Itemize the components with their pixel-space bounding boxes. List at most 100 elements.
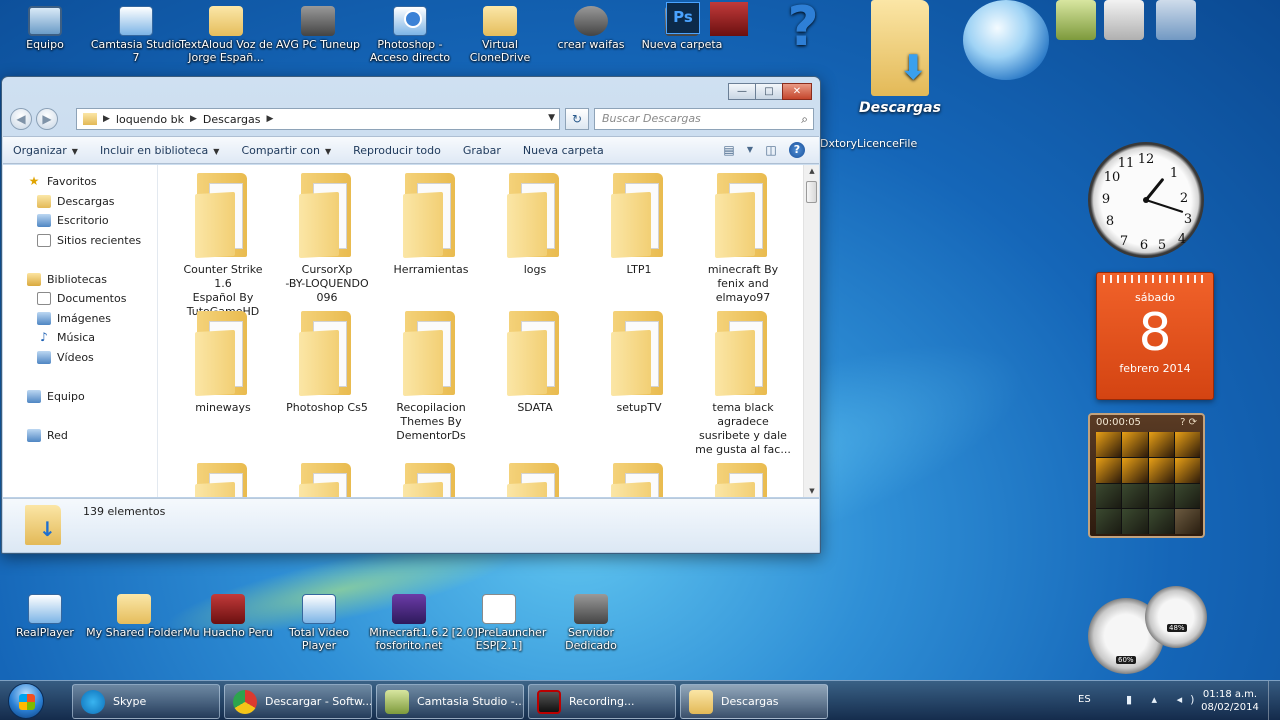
puzzle-tile[interactable]: [1122, 483, 1148, 509]
search-input[interactable]: Buscar Descargas ⌕: [594, 108, 814, 130]
folder-item[interactable]: minecraft By fenix and elmayo97: [693, 173, 793, 305]
puzzle-tile[interactable]: [1174, 483, 1200, 509]
puzzle-tile[interactable]: [1148, 432, 1174, 457]
nav-item-videos[interactable]: Vídeos: [3, 348, 157, 368]
desktop-icon-textaloud[interactable]: TextAloud Voz de Jorge Españ...: [178, 6, 274, 64]
show-desktop-button[interactable]: [1268, 681, 1280, 720]
scroll-down-arrow[interactable]: ▼: [804, 487, 820, 495]
include-library-menu[interactable]: Incluir en biblioteca ▼: [90, 144, 232, 157]
puzzle-tile[interactable]: [1174, 509, 1200, 534]
nav-item-escritorio[interactable]: Escritorio: [3, 211, 157, 231]
folder-item[interactable]: [381, 463, 481, 497]
preview-pane-icon[interactable]: ◫: [761, 141, 781, 159]
scroll-up-arrow[interactable]: ▲: [804, 167, 820, 175]
maximize-button[interactable]: □: [755, 83, 783, 100]
folder-item[interactable]: [693, 463, 793, 497]
tools-icon[interactable]: [1104, 0, 1144, 40]
play-all-button[interactable]: Reproducir todo: [343, 144, 453, 157]
refresh-button[interactable]: ↻: [565, 108, 589, 130]
speaker-app-icon[interactable]: [710, 2, 748, 36]
nav-item-descargas[interactable]: Descargas: [3, 192, 157, 212]
desktop-icon-dxtory[interactable]: DxtoryLicenceFile: [820, 137, 917, 150]
taskbar-button-chrome[interactable]: Descargar - Softw...: [224, 684, 372, 719]
scrollbar-thumb[interactable]: [806, 181, 817, 203]
puzzle-tile[interactable]: [1148, 509, 1174, 534]
picture-puzzle-gadget[interactable]: 00:00:05 ? ⟳: [1088, 413, 1205, 538]
desktop-icon-minecraft[interactable]: Minecraft1.6.2 fosforito.net: [361, 594, 457, 652]
folder-item[interactable]: Photoshop Cs5: [277, 311, 377, 415]
help-icon[interactable]: ?: [778, 0, 828, 60]
puzzle-controls[interactable]: ? ⟳: [1180, 417, 1197, 428]
folder-item[interactable]: SDATA: [485, 311, 585, 415]
breadcrumb-separator[interactable]: ▶: [266, 114, 273, 124]
folder-item[interactable]: [173, 463, 273, 497]
desktop-big-folder-descargas[interactable]: Descargas: [850, 0, 950, 116]
folder-item[interactable]: [277, 463, 377, 497]
nav-libraries[interactable]: Bibliotecas: [3, 270, 157, 290]
puzzle-tile[interactable]: [1096, 509, 1122, 534]
clock-gadget[interactable]: 12 1 2 3 4 5 6 7 8 9 10 11: [1088, 142, 1204, 258]
help-icon[interactable]: ?: [789, 142, 805, 158]
desktop-icon-crear-waifas[interactable]: crear waifas: [543, 6, 639, 51]
folder-item[interactable]: Recopilacion Themes By DementorDs: [381, 311, 481, 443]
desktop-icon-camtasia[interactable]: Camtasia Studio 7: [88, 6, 184, 64]
ram-meter-gadget[interactable]: 48%: [1145, 586, 1207, 648]
folder-item[interactable]: [485, 463, 585, 497]
folder-item[interactable]: logs: [485, 173, 585, 277]
desktop-icon-servidor-dedicado[interactable]: Servidor Dedicado: [543, 594, 639, 652]
address-bar[interactable]: ▶ loquendo bk ▶ Descargas ▶ ▼: [76, 108, 560, 130]
tray-icons[interactable]: ▮ ▴ ◂): [1126, 693, 1202, 706]
folder-item[interactable]: [589, 463, 689, 497]
desktop-icon-prelauncher[interactable]: [2.0]PreLauncher ESP[2.1]: [451, 594, 547, 652]
puzzle-grid[interactable]: [1096, 432, 1200, 534]
puzzle-tile[interactable]: [1096, 457, 1122, 483]
nav-computer[interactable]: Equipo: [3, 387, 157, 407]
new-folder-button[interactable]: Nueva carpeta: [513, 144, 616, 157]
taskbar-button-skype[interactable]: Skype: [72, 684, 220, 719]
desktop-icon-equipo[interactable]: Equipo: [0, 6, 93, 51]
organize-menu[interactable]: Organizar ▼: [3, 144, 90, 157]
chevron-down-icon[interactable]: ▼: [548, 113, 555, 123]
start-button[interactable]: [2, 681, 50, 720]
desktop-icon-realplayer[interactable]: RealPlayer: [0, 594, 93, 639]
breadcrumb-separator[interactable]: ▶: [190, 114, 197, 124]
search-icon[interactable]: ⌕: [801, 109, 808, 129]
globe-icon[interactable]: [963, 0, 1049, 80]
desktop-icon-total-video-player[interactable]: Total Video Player: [271, 594, 367, 652]
puzzle-tile[interactable]: [1122, 432, 1148, 457]
minimize-button[interactable]: —: [728, 83, 756, 100]
close-button[interactable]: ✕: [782, 83, 812, 100]
folder-item[interactable]: Counter Strike 1.6 Español By TutoGameHD: [173, 173, 273, 319]
folder-item[interactable]: mineways: [173, 311, 273, 415]
back-button[interactable]: ◀: [10, 108, 32, 130]
puzzle-tile[interactable]: [1148, 457, 1174, 483]
desktop-icon-mu-huacho[interactable]: Mu Huacho Peru: [180, 594, 276, 639]
forward-button[interactable]: ▶: [36, 108, 58, 130]
puzzle-tile[interactable]: [1122, 457, 1148, 483]
folder-item[interactable]: setupTV: [589, 311, 689, 415]
calendar-gadget[interactable]: sábado 8 febrero 2014: [1096, 272, 1214, 400]
puzzle-tile[interactable]: [1096, 483, 1122, 509]
nav-favorites[interactable]: ★ Favoritos: [3, 172, 157, 192]
desktop-icon-clonedrive[interactable]: Virtual CloneDrive: [452, 6, 548, 64]
burn-button[interactable]: Grabar: [453, 144, 513, 157]
folder-item[interactable]: tema black agradece susribete y dale me …: [693, 311, 793, 457]
desktop-icon-my-shared-folder[interactable]: My Shared Folder: [86, 594, 182, 639]
camtasia-icon[interactable]: [1056, 0, 1096, 40]
share-with-menu[interactable]: Compartir con ▼: [231, 144, 343, 157]
folder-item[interactable]: LTP1: [589, 173, 689, 277]
explorer-window[interactable]: — □ ✕ ◀ ▶ ▶ loquendo bk ▶ Descargas ▶ ▼ …: [1, 76, 821, 554]
taskbar-button-descargas[interactable]: Descargas: [680, 684, 828, 719]
puzzle-tile[interactable]: [1122, 509, 1148, 534]
nav-item-sitios-recientes[interactable]: Sitios recientes: [3, 231, 157, 251]
chevron-down-icon[interactable]: ▼: [745, 141, 755, 159]
recycle-bin-icon[interactable]: [1156, 0, 1196, 40]
breadcrumb-descargas[interactable]: Descargas: [203, 113, 261, 126]
puzzle-tile[interactable]: [1174, 457, 1200, 483]
nav-item-musica[interactable]: ♪ Música: [3, 328, 157, 348]
puzzle-tile[interactable]: [1096, 432, 1122, 457]
nav-item-documentos[interactable]: Documentos: [3, 289, 157, 309]
photoshop-icon[interactable]: Ps: [666, 2, 700, 34]
desktop-icon-avg[interactable]: AVG PC Tuneup: [270, 6, 366, 51]
clock-display[interactable]: 01:18 a.m. 08/02/2014: [1196, 688, 1264, 714]
